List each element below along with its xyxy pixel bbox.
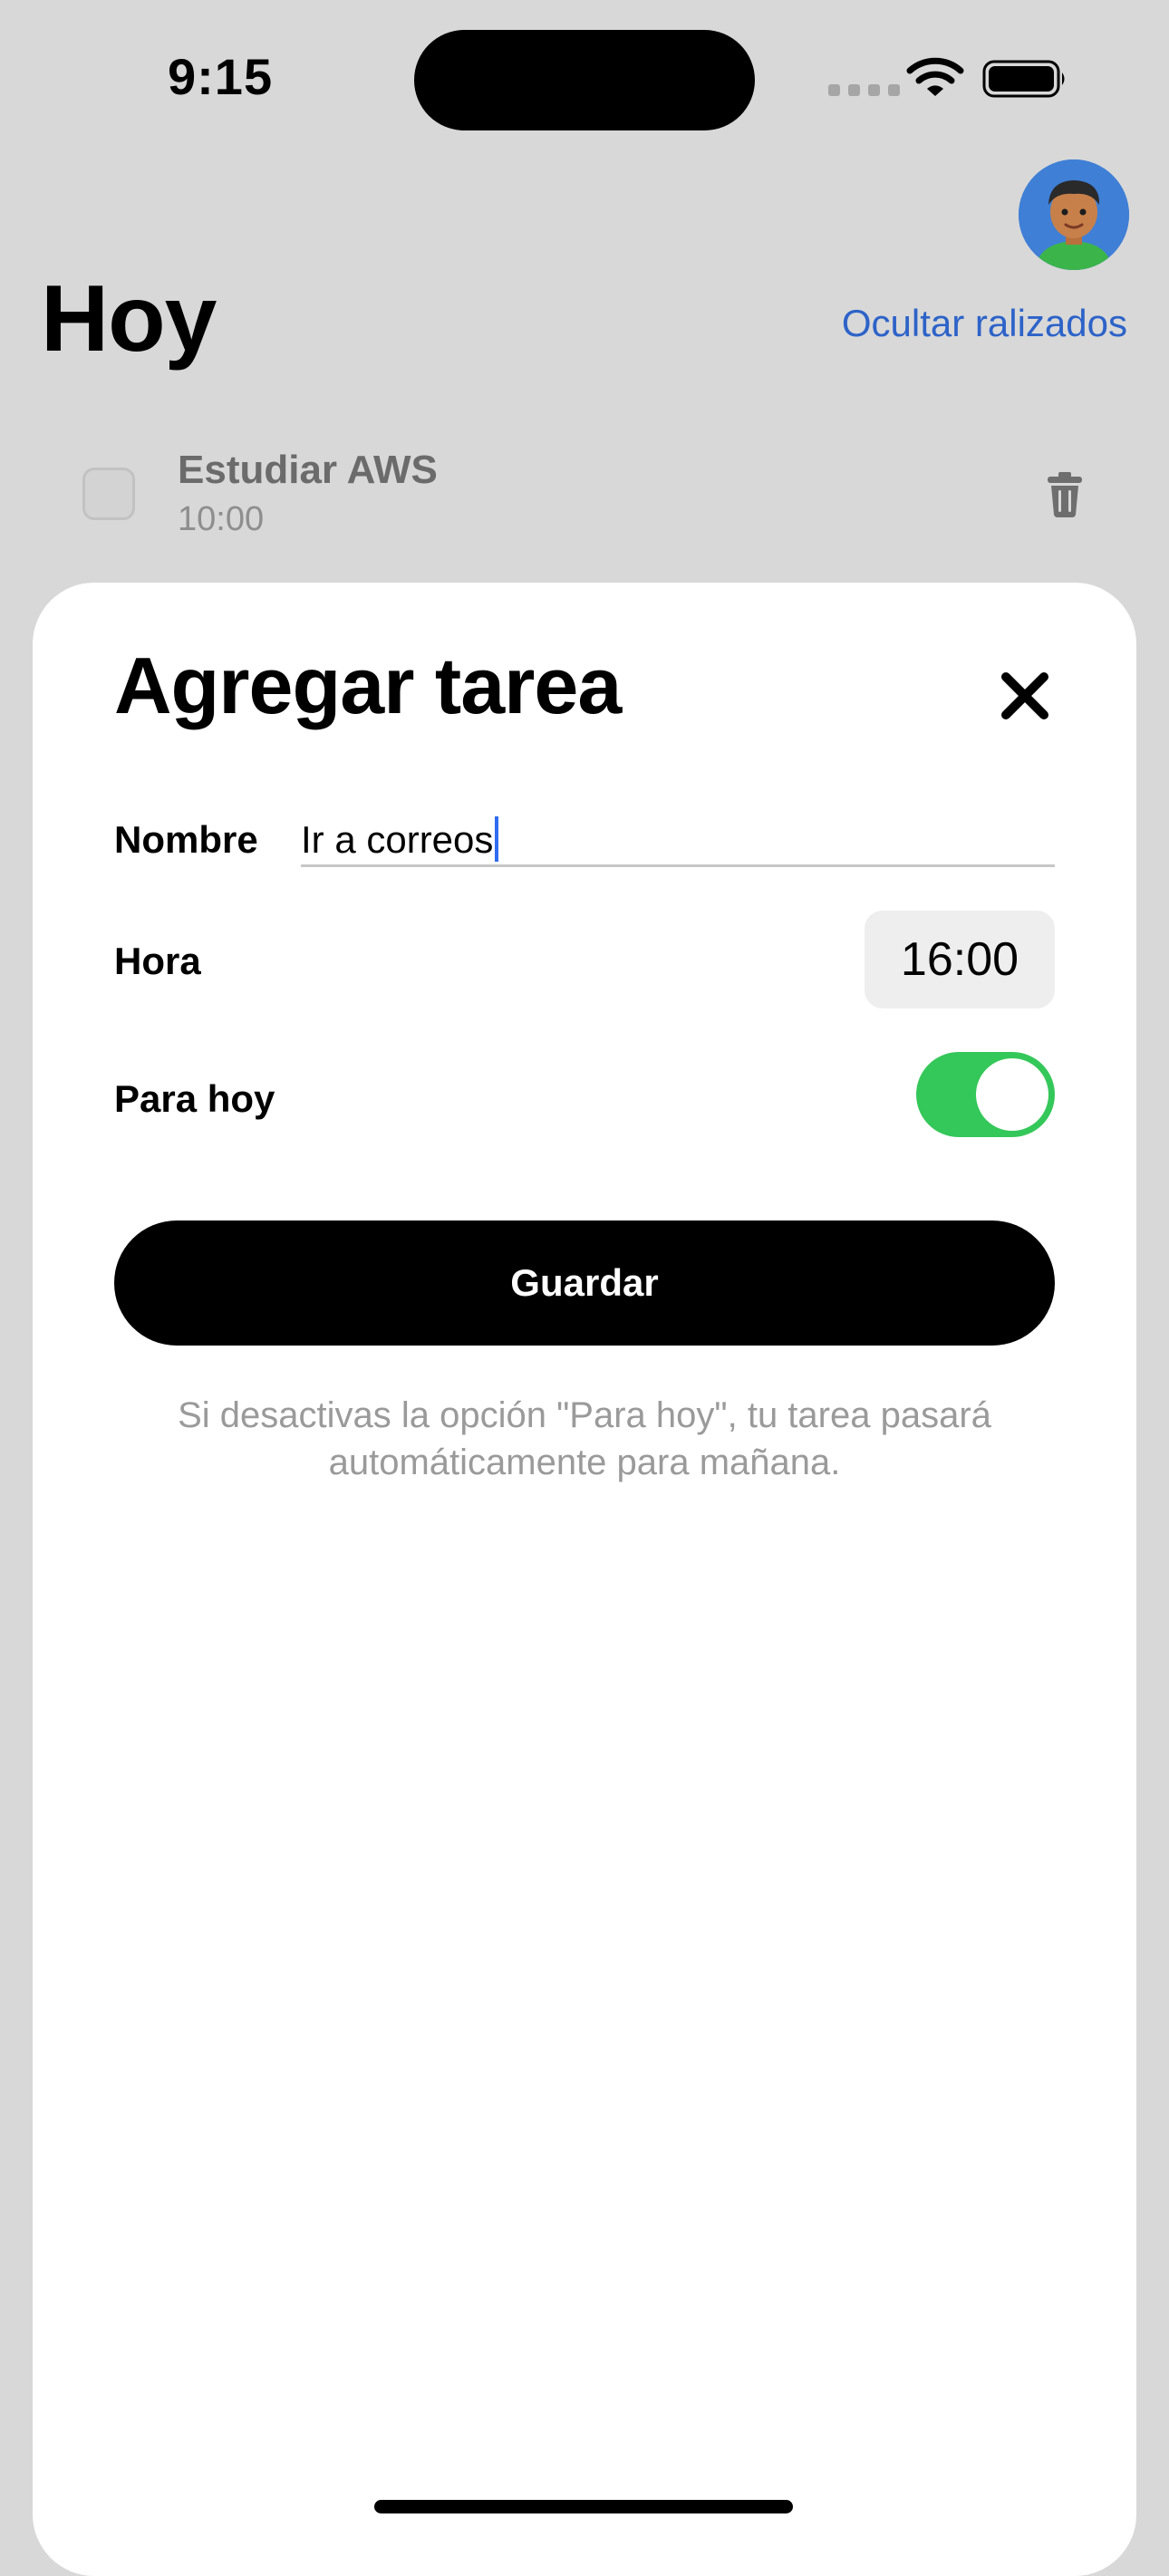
status-time: 9:15 [168,48,274,105]
close-icon[interactable] [999,670,1051,722]
toggle-knob [976,1058,1048,1131]
name-field[interactable]: Ir a correos [301,807,1055,867]
task-row: Estudiar AWS 10:00 [0,435,1169,553]
wifi-icon [906,57,964,96]
text-cursor [495,816,499,862]
battery-icon [982,60,1065,98]
page-title: Hoy [41,266,217,371]
add-task-sheet: Agregar tarea Nombre Ir a correos Hora 1… [33,583,1136,2576]
save-button-label: Guardar [510,1261,659,1304]
home-indicator[interactable] [374,2500,793,2513]
time-picker[interactable]: 16:00 [865,911,1055,1008]
avatar[interactable] [1019,159,1129,270]
time-label: Hora [114,940,201,982]
trash-icon[interactable] [1046,471,1084,518]
name-field-value: Ir a correos [301,818,494,861]
task-time: 10:00 [178,500,265,538]
task-checkbox[interactable] [82,468,135,520]
save-button[interactable]: Guardar [114,1220,1055,1346]
hint-text: Si desactivas la opción "Para hoy", tu t… [178,1395,991,1482]
hide-done-link[interactable]: Ocultar ralizados [842,302,1127,345]
time-picker-value: 16:00 [900,933,1019,986]
dynamic-island [414,30,755,130]
today-toggle[interactable] [916,1052,1055,1137]
cellular-signal-icon [828,84,900,96]
task-name: Estudiar AWS [178,448,438,492]
avatar-memoji-icon [1019,159,1129,270]
today-label: Para hoy [114,1077,275,1120]
name-label: Nombre [114,818,258,861]
sheet-title: Agregar tarea [114,641,622,730]
